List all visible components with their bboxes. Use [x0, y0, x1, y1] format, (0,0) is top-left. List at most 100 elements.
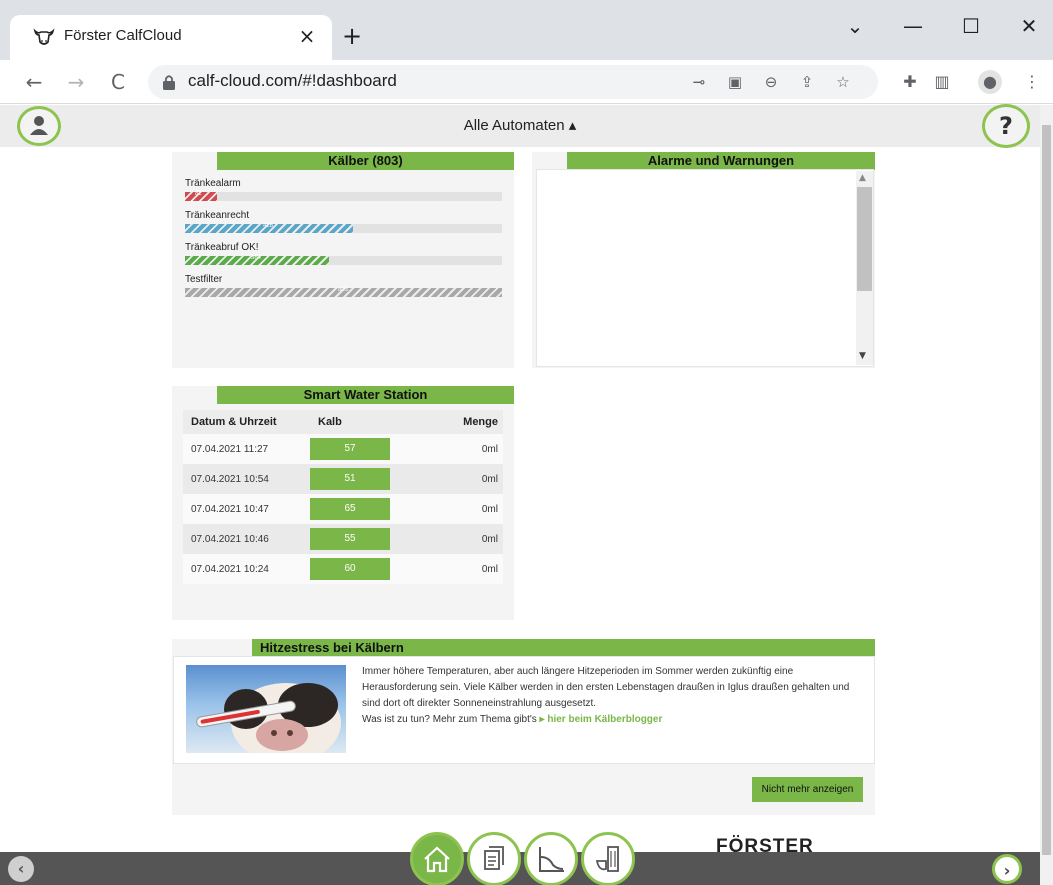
back-button[interactable]: ← — [20, 68, 48, 96]
calf-thermometer-image — [186, 665, 346, 753]
calves-bar-track[interactable]: 426 — [185, 223, 502, 233]
home-nav-button[interactable] — [410, 832, 464, 885]
tab-title: Förster CalfCloud — [64, 27, 182, 44]
table-row[interactable]: 07.04.2021 10:54 51 0ml — [183, 464, 503, 494]
dismiss-news-button[interactable]: Nicht mehr anzeigen — [752, 777, 863, 802]
page-scrollbar[interactable] — [1040, 105, 1053, 885]
datetime-cell: 07.04.2021 11:27 — [183, 434, 310, 464]
amount-cell: 0ml — [430, 464, 503, 494]
profile-icon[interactable]: ● — [978, 70, 1002, 94]
address-bar[interactable]: calf-cloud.com/#!dashboard ⊸ ▣ ⊖ ⇪ ☆ — [148, 65, 878, 99]
home-icon — [424, 846, 450, 873]
browser-window: Förster CalfCloud × + ⌄ — ☐ ✕ ← → C calf… — [0, 0, 1053, 885]
calves-bar-fill: 803 — [185, 287, 502, 297]
user-icon — [30, 116, 48, 135]
side-panel-icon[interactable]: ▥ — [930, 70, 954, 94]
alarms-panel-title: Alarme und Warnungen — [567, 152, 875, 170]
zoom-out-icon[interactable]: ⊖ — [760, 71, 782, 93]
calf-cell: 55 — [310, 524, 430, 554]
calf-number-badge[interactable]: 55 — [310, 528, 390, 550]
calves-bar-track[interactable]: 364 — [185, 255, 502, 265]
blog-link[interactable]: ▸ hier beim Kälberblogger — [540, 714, 663, 725]
tab-close-icon[interactable]: × — [295, 24, 319, 48]
feeder-icon — [595, 846, 619, 872]
scroll-down-icon[interactable]: ▼ — [859, 351, 866, 361]
forward-button[interactable]: → — [62, 68, 90, 96]
machine-selector[interactable]: Alle Automaten ▴ — [0, 116, 1040, 134]
calves-bar-label: Tränkealarm — [185, 178, 241, 189]
calves-bar-track[interactable]: 803 — [185, 287, 502, 297]
browser-tab[interactable]: Förster CalfCloud × — [10, 15, 332, 60]
calf-cell: 57 — [310, 434, 430, 464]
datetime-cell: 07.04.2021 10:46 — [183, 524, 310, 554]
table-row[interactable]: 07.04.2021 10:24 60 0ml — [183, 554, 503, 584]
extensions-icon[interactable]: ✚ — [898, 70, 922, 94]
calf-image-drawing — [196, 683, 341, 753]
next-button[interactable]: › — [992, 854, 1022, 884]
help-button[interactable]: ? — [982, 104, 1030, 148]
table-header-row: Datum & Uhrzeit Kalb Menge — [183, 410, 503, 434]
calves-bar-count: 82 — [195, 191, 202, 197]
calf-number-badge[interactable]: 57 — [310, 438, 390, 460]
url-text: calf-cloud.com/#!dashboard — [188, 71, 397, 90]
documents-icon — [484, 846, 504, 870]
datetime-cell: 07.04.2021 10:47 — [183, 494, 310, 524]
calves-bar-count: 364 — [251, 255, 262, 261]
datetime-cell: 07.04.2021 10:24 — [183, 554, 310, 584]
menu-icon[interactable]: ⋮ — [1020, 70, 1044, 94]
table-row[interactable]: 07.04.2021 10:46 55 0ml — [183, 524, 503, 554]
column-header-calf: Kalb — [310, 410, 430, 434]
calves-bar-count: 803 — [338, 287, 349, 293]
calf-number-badge[interactable]: 65 — [310, 498, 390, 520]
news-body: Immer höhere Temperaturen, aber auch län… — [362, 666, 850, 709]
minimize-button[interactable]: — — [893, 8, 933, 44]
scrollbar-thumb[interactable] — [1042, 125, 1051, 855]
calves-bar-label: Testfilter — [185, 274, 223, 285]
new-tab-button[interactable]: + — [338, 22, 366, 50]
water-station-title: Smart Water Station — [217, 386, 514, 404]
user-button[interactable] — [17, 106, 61, 146]
alarms-scrollbar[interactable]: ▲ ▼ — [856, 171, 873, 365]
amount-cell: 0ml — [430, 494, 503, 524]
tab-search-icon[interactable]: ⌄ — [835, 8, 875, 44]
calf-cell: 65 — [310, 494, 430, 524]
alarms-list[interactable]: ▲ ▼ — [536, 169, 874, 367]
column-header-amount: Menge — [430, 410, 503, 434]
amount-cell: 0ml — [430, 524, 503, 554]
calves-bar-fill: 364 — [185, 255, 329, 265]
datetime-cell: 07.04.2021 10:54 — [183, 464, 310, 494]
calves-bar-fill: 82 — [185, 191, 217, 201]
calves-bar-count: 426 — [263, 223, 274, 229]
news-title: Hitzestress bei Kälbern — [252, 639, 875, 657]
reload-button[interactable]: C — [104, 68, 132, 96]
lock-icon — [163, 75, 175, 90]
forster-logo: FÖRSTER — [716, 836, 814, 857]
chart-nav-button[interactable] — [524, 832, 578, 885]
calf-cell: 51 — [310, 464, 430, 494]
key-icon[interactable]: ⊸ — [688, 71, 710, 93]
calves-panel: Kälber (803) Tränkealarm 82 Tränkeanrecht 4… — [172, 152, 514, 368]
calves-panel-title: Kälber (803) — [217, 152, 514, 170]
calves-bar-track[interactable]: 82 — [185, 191, 502, 201]
close-window-button[interactable]: ✕ — [1009, 8, 1049, 44]
table-row[interactable]: 07.04.2021 11:27 57 0ml — [183, 434, 503, 464]
documents-nav-button[interactable] — [467, 832, 521, 885]
calf-cell: 60 — [310, 554, 430, 584]
calves-bar-label: Tränkeanrecht — [185, 210, 250, 221]
cow-favicon-icon — [33, 28, 55, 45]
alarms-scroll-thumb[interactable] — [857, 187, 872, 291]
feeder-nav-button[interactable] — [581, 832, 635, 885]
share-icon[interactable]: ⇪ — [796, 71, 818, 93]
browser-toolbar: ← → C calf-cloud.com/#!dashboard ⊸ ▣ ⊖ ⇪… — [0, 60, 1053, 104]
scroll-up-icon[interactable]: ▲ — [859, 173, 866, 183]
maximize-button[interactable]: ☐ — [951, 8, 991, 44]
previous-button[interactable]: ‹ — [8, 856, 34, 882]
news-text: Immer höhere Temperaturen, aber auch län… — [362, 664, 862, 728]
star-icon[interactable]: ☆ — [832, 71, 854, 93]
calf-number-badge[interactable]: 60 — [310, 558, 390, 580]
translate-icon[interactable]: ▣ — [724, 71, 746, 93]
calves-bar-label: Tränkeabruf OK! — [185, 242, 259, 253]
table-row[interactable]: 07.04.2021 10:47 65 0ml — [183, 494, 503, 524]
water-station-table: Datum & Uhrzeit Kalb Menge 07.04.2021 11… — [183, 410, 503, 584]
calf-number-badge[interactable]: 51 — [310, 468, 390, 490]
